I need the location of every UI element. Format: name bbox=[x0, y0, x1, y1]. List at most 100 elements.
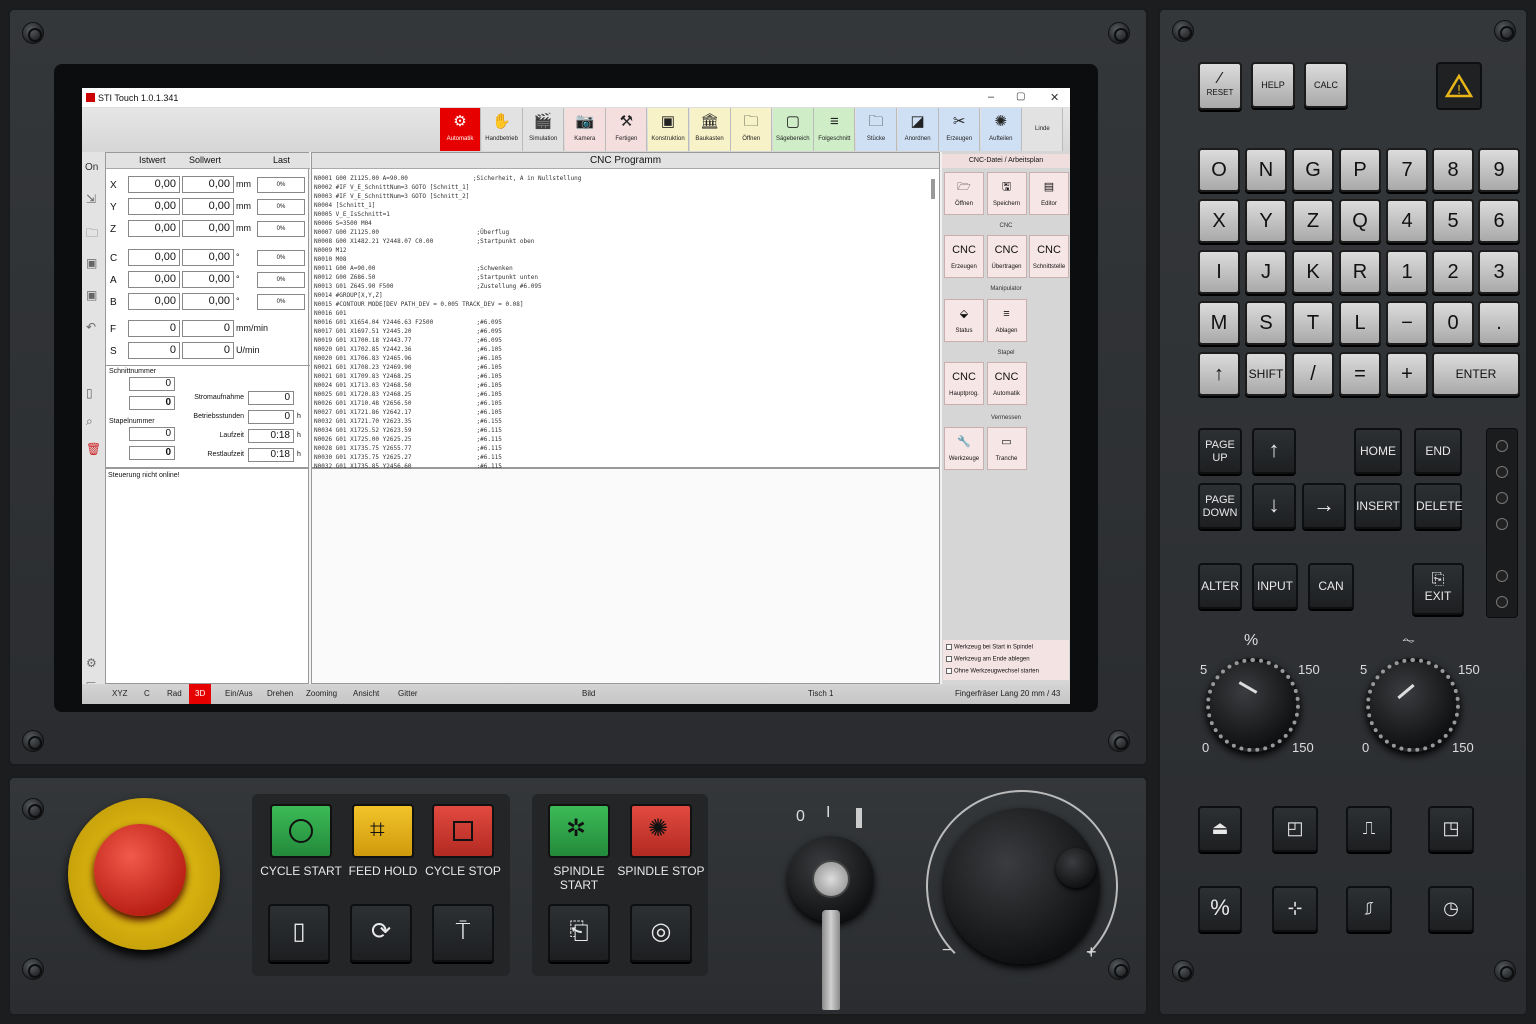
offset-key[interactable]: ⊹ bbox=[1272, 886, 1318, 932]
import-icon[interactable]: ⇲ bbox=[86, 192, 96, 206]
key-k[interactable]: K bbox=[1292, 250, 1334, 294]
panel-button-übertragen[interactable]: CNC Übertragen bbox=[986, 235, 1027, 278]
key-j[interactable]: J bbox=[1245, 250, 1287, 294]
code-line[interactable]: N0016 G01 bbox=[314, 309, 581, 318]
view-tab-gitter[interactable]: Gitter bbox=[398, 689, 418, 698]
toolbar-sägebereich[interactable]: ▢ Sägebereich bbox=[772, 108, 814, 151]
percent-key[interactable]: % bbox=[1198, 886, 1242, 932]
key-0[interactable]: 0 bbox=[1432, 301, 1474, 345]
panel-button-tranche[interactable]: ▭ Tranche bbox=[986, 427, 1027, 470]
feed-hold-button[interactable]: ⌗ bbox=[352, 804, 414, 858]
key-2[interactable]: 2 bbox=[1432, 250, 1474, 294]
coolant-key[interactable]: ⎗ bbox=[548, 904, 610, 962]
alter-key[interactable]: ALTER bbox=[1198, 563, 1242, 609]
panel-button-status[interactable]: ⬙ Status bbox=[944, 299, 984, 342]
key-y[interactable]: Y bbox=[1245, 199, 1287, 243]
key-x[interactable]: X bbox=[1198, 199, 1240, 243]
key-9[interactable]: 9 bbox=[1478, 148, 1520, 192]
page-up-key[interactable]: PAGE UP bbox=[1198, 428, 1242, 474]
code-line[interactable]: N0030 G01 X1735.75 Y2625.27 ;#6.115 bbox=[314, 453, 581, 462]
code-line[interactable]: N0034 G01 X1725.52 Y2623.59 ;#6.115 bbox=[314, 426, 581, 435]
tool-change-key[interactable]: ⍑ bbox=[432, 904, 494, 962]
spindle-stop-button[interactable]: ✺ bbox=[630, 804, 692, 858]
code-line[interactable]: N0020 G01 X1706.83 Y2465.96 ;#6.105 bbox=[314, 354, 581, 363]
checkbox[interactable] bbox=[946, 668, 952, 674]
panel-button-werkzeuge[interactable]: 🔧 Werkzeuge bbox=[944, 427, 984, 470]
can-key[interactable]: CAN bbox=[1308, 563, 1354, 609]
code-line[interactable]: N0017 G01 X1697.51 Y2445.20 ;#6.095 bbox=[314, 327, 581, 336]
contour-key[interactable]: ⎍ bbox=[1346, 806, 1392, 852]
key-s[interactable]: S bbox=[1245, 301, 1287, 345]
spindle-start-button[interactable]: ✲ bbox=[548, 804, 610, 858]
insert-key[interactable]: INSERT bbox=[1354, 483, 1402, 529]
code-line[interactable]: N0013 G01 Z645.90 F500 ;Zustellung #6.09… bbox=[314, 282, 581, 291]
timer-key[interactable]: ◷ bbox=[1428, 886, 1474, 932]
key-i[interactable]: I bbox=[1198, 250, 1240, 294]
panel-button-editor[interactable]: ▤ Editor bbox=[1029, 172, 1069, 215]
view-tab-3d[interactable]: 3D bbox=[189, 684, 212, 704]
axis-target[interactable]: 0,00 bbox=[182, 176, 234, 193]
code-line[interactable]: N0008 G00 X1482.21 Y2448.07 C0.00 ;Start… bbox=[314, 237, 581, 246]
3d-view[interactable] bbox=[311, 468, 940, 684]
key-g[interactable]: G bbox=[1292, 148, 1334, 192]
warning-key[interactable]: ! bbox=[1436, 62, 1482, 110]
key-5[interactable]: 5 bbox=[1432, 199, 1474, 243]
view-tab-c[interactable]: C bbox=[144, 689, 150, 698]
toolbar-folgeschnitt[interactable]: ≡ Folgeschnitt bbox=[814, 108, 856, 151]
key-dot[interactable]: . bbox=[1478, 301, 1520, 345]
key-3[interactable]: 3 bbox=[1478, 250, 1520, 294]
key-7[interactable]: 7 bbox=[1386, 148, 1428, 192]
key-enter[interactable]: ENTER bbox=[1432, 352, 1520, 396]
program-key[interactable]: ⎎ bbox=[1346, 886, 1392, 932]
arrow-right-key[interactable]: → bbox=[1302, 483, 1346, 529]
cycle-stop-button[interactable] bbox=[432, 804, 494, 858]
key-1[interactable]: 1 bbox=[1386, 250, 1428, 294]
option-checkbox[interactable]: Werkzeug bei Start in Spindel bbox=[946, 644, 1033, 651]
code-line[interactable]: N0006 S=3500 M04 bbox=[314, 219, 581, 228]
minimize-icon[interactable]: – bbox=[988, 91, 994, 103]
toolbar-anordnen[interactable]: ◪ Anordnen bbox=[897, 108, 939, 151]
input-key[interactable]: INPUT bbox=[1252, 563, 1298, 609]
code-line[interactable]: N0014 #GROUP[X,Y,Z] bbox=[314, 291, 581, 300]
delete-key[interactable]: DELETE bbox=[1414, 483, 1463, 529]
code-line[interactable]: N0001 G00 Z1125.00 A=90.00 ;Sicherheit, … bbox=[314, 174, 581, 183]
axis-target[interactable]: 0,00 bbox=[182, 271, 234, 288]
code-line[interactable]: N0016 G01 X1654.04 Y2446.63 F2500 ;#6.09… bbox=[314, 318, 581, 327]
workpiece-key[interactable]: ◰ bbox=[1272, 806, 1318, 852]
door-key[interactable]: ▯ bbox=[268, 904, 330, 962]
arrow-down-key[interactable]: ↓ bbox=[1252, 483, 1296, 529]
code-line[interactable]: N0019 G01 X1700.18 Y2443.77 ;#6.095 bbox=[314, 336, 581, 345]
checkbox[interactable] bbox=[946, 644, 952, 650]
panel-button-speichern[interactable]: 🖫 Speichern bbox=[986, 172, 1027, 215]
handwheel-grip[interactable] bbox=[1056, 848, 1096, 888]
home-key[interactable]: HOME bbox=[1354, 428, 1402, 474]
key-l[interactable]: L bbox=[1339, 301, 1381, 345]
view-tab-rad[interactable]: Rad bbox=[167, 689, 182, 698]
toolbar-simulation[interactable]: 🎬 Simulation bbox=[523, 108, 565, 151]
code-line[interactable]: N0032 G01 X1721.70 Y2623.35 ;#6.155 bbox=[314, 417, 581, 426]
panel-button-schnittstelle[interactable]: CNC Schnittstelle bbox=[1029, 235, 1069, 278]
spindle-override-knob[interactable] bbox=[1366, 658, 1460, 752]
code-line[interactable]: N0004 [Schnitt_1] bbox=[314, 201, 581, 210]
feed-target[interactable]: 0 bbox=[182, 320, 234, 337]
exit-key[interactable]: ⎘ EXIT bbox=[1412, 563, 1464, 615]
code-line[interactable]: N0007 G00 Z1125.00 ;Überflug bbox=[314, 228, 581, 237]
code-line[interactable]: N0003 #IF V_E_SchnittNum=3 GOTO [Schnitt… bbox=[314, 192, 581, 201]
search-icon[interactable]: ⌕ bbox=[86, 414, 93, 429]
key-plus[interactable]: + bbox=[1386, 352, 1428, 396]
delete-icon[interactable]: 🗑 bbox=[86, 442, 101, 456]
help-key[interactable]: HELP bbox=[1251, 62, 1295, 108]
toolbar-baukasten[interactable]: 🏛 Baukasten bbox=[689, 108, 731, 151]
key-p[interactable]: P bbox=[1339, 148, 1381, 192]
panel-button-ablagen[interactable]: ≡ Ablagen bbox=[986, 299, 1027, 342]
key-shift[interactable]: SHIFT bbox=[1245, 352, 1287, 396]
code-line[interactable]: N0028 G01 X1735.75 Y2655.77 ;#6.115 bbox=[314, 444, 581, 453]
checkbox[interactable] bbox=[946, 656, 952, 662]
code-line[interactable]: N0024 G01 X1713.03 Y2468.50 ;#6.105 bbox=[314, 381, 581, 390]
panel-button-automatik[interactable]: CNC Automatik bbox=[986, 362, 1027, 405]
view-tab-zooming[interactable]: Zooming bbox=[306, 689, 337, 698]
code-line[interactable]: N0025 G01 X1720.83 Y2468.25 ;#6.105 bbox=[314, 390, 581, 399]
key-minus[interactable]: − bbox=[1386, 301, 1428, 345]
code-line[interactable]: N0015 #CONTOUR MODE[DEV PATH_DEV = 0.005… bbox=[314, 300, 581, 309]
code-line[interactable]: N0027 G01 X1721.86 Y2642.17 ;#6.105 bbox=[314, 408, 581, 417]
